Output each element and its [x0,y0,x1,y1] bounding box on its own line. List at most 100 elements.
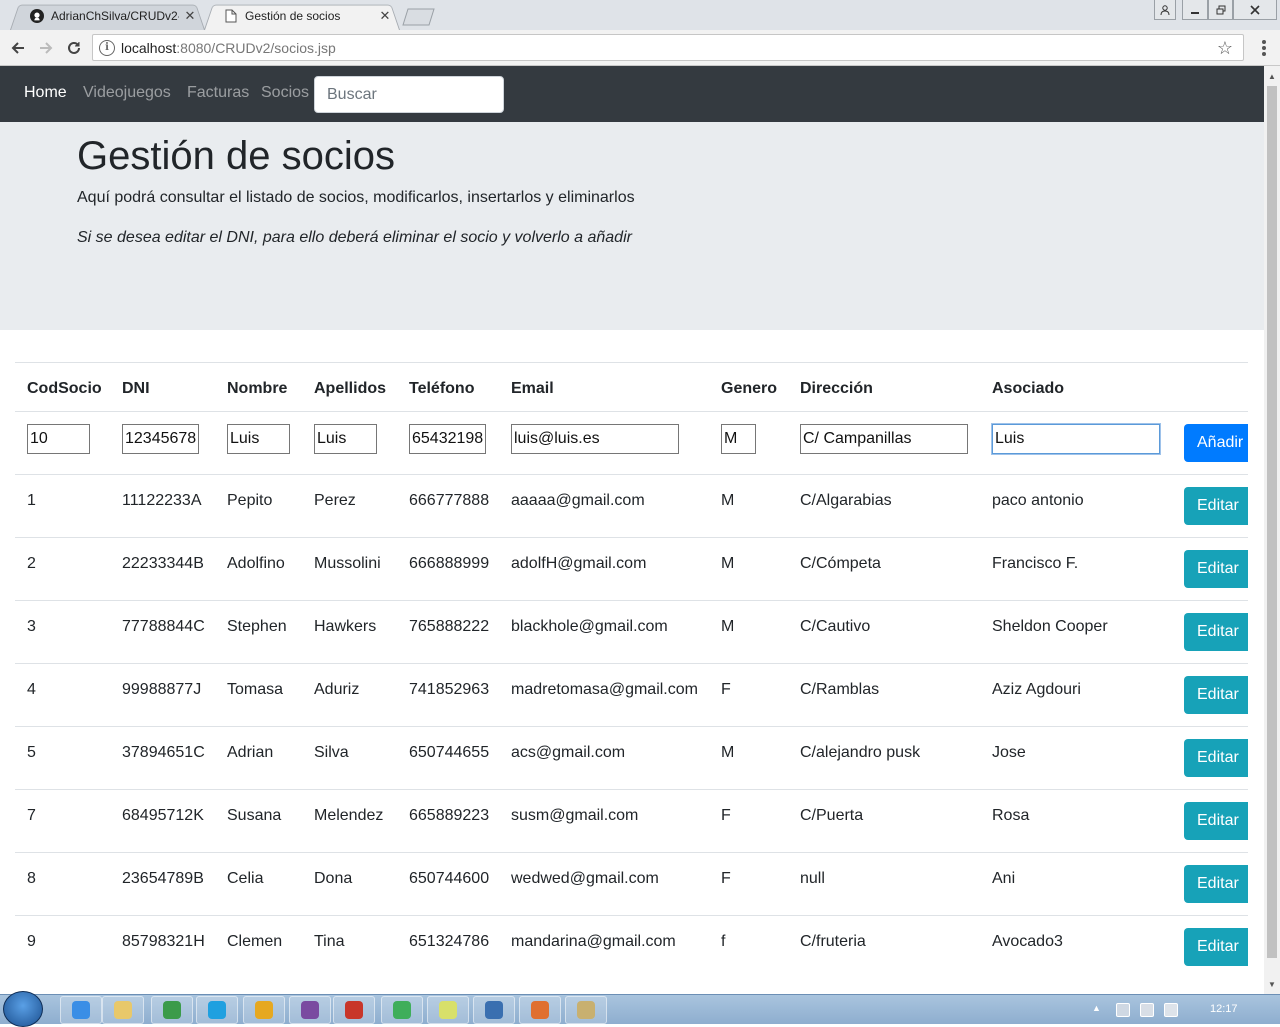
back-button[interactable] [8,38,28,58]
add-button[interactable]: Añadir [1184,424,1248,462]
minimize-button[interactable] [1182,0,1208,20]
cell-dni: 22233344B [122,555,204,572]
genero-input[interactable] [721,424,756,454]
table-row: 1 11122233A Pepito Perez 666777888 aaaaa@gmai… [15,474,1248,537]
cell-direccion: null [800,870,825,887]
cell-genero: M [721,744,735,761]
taskbar-item-notepad[interactable] [427,996,469,1024]
table-row: 4 99988877J Tomasa Aduriz 741852963 madretoma… [15,663,1248,726]
start-button[interactable] [3,991,43,1027]
close-tab-icon[interactable]: ✕ [378,8,392,24]
taskbar-item-virtualbox[interactable] [473,996,515,1024]
direccion-input[interactable] [800,424,968,454]
edit-button[interactable]: Editar [1184,487,1248,525]
search-input[interactable] [314,76,504,113]
scrollbar-thumb[interactable] [1267,86,1277,958]
close-tab-icon[interactable]: ✕ [183,8,197,24]
tray-arrow-icon[interactable]: ▲ [1092,1003,1106,1017]
cell-asociado: Avocado3 [992,933,1063,950]
explorer-icon [114,1001,132,1019]
browser-tab-github[interactable]: AdrianChSilva/CRUDv2-V ✕ [10,2,205,30]
cell-dni: 11122233A [122,492,202,509]
restore-button[interactable] [1208,0,1233,20]
cell-dni: 68495712K [122,807,204,824]
cell-cod-socio: 7 [27,807,36,824]
edit-button[interactable]: Editar [1184,928,1248,966]
taskbar-item-pdf[interactable] [333,996,375,1024]
taskbar-item-skype[interactable] [196,996,238,1024]
address-bar[interactable]: i localhost:8080/CRUDv2/socios.jsp ☆ [92,34,1244,61]
bookmark-star-icon[interactable]: ☆ [1217,38,1233,59]
cell-nombre: Adolfino [227,555,285,572]
nav-link-socios[interactable]: Socios [261,84,309,102]
edit-button[interactable]: Editar [1184,676,1248,714]
header-email: Email [511,380,554,397]
asociado-input[interactable] [992,424,1160,454]
cell-email: susm@gmail.com [511,807,639,824]
edit-button[interactable]: Editar [1184,802,1248,840]
cell-telefono: 765888222 [409,618,490,635]
tray-network-icon[interactable] [1140,1003,1154,1017]
taskbar-item-paint[interactable] [565,996,607,1024]
outlook-icon [255,1001,273,1019]
cell-asociado: Francisco F. [992,555,1079,572]
app-icon [393,1001,411,1019]
cell-apellidos: Melendez [314,807,384,824]
apellidos-input[interactable] [314,424,377,454]
cell-email: wedwed@gmail.com [511,870,659,887]
clock[interactable]: 12:17 [1210,1003,1238,1015]
new-tab-button[interactable] [402,8,436,26]
edit-button[interactable]: Editar [1184,865,1248,903]
page-icon [224,9,238,23]
page-viewport: Home Videojuegos Facturas Socios Gestión… [0,66,1264,994]
cell-direccion: C/Cautivo [800,618,871,635]
taskbar-item-outlook[interactable] [243,996,285,1024]
taskbar-item-media[interactable] [289,996,331,1024]
close-window-button[interactable] [1233,0,1277,20]
user-icon[interactable] [1154,0,1176,20]
nav-link-videojuegos[interactable]: Videojuegos [83,84,171,102]
cell-nombre: Stephen [227,618,287,635]
cell-telefono: 650744655 [409,744,490,761]
header-asociado: Asociado [992,380,1065,397]
pdf-icon [345,1001,363,1019]
info-icon[interactable]: i [99,39,115,56]
tray-volume-icon[interactable] [1164,1003,1178,1017]
cell-apellidos: Mussolini [314,555,381,572]
browser-menu-icon[interactable] [1257,38,1271,58]
browser-tab-socios[interactable]: Gestión de socios ✕ [204,2,400,30]
edit-button[interactable]: Editar [1184,613,1248,651]
page-scrollbar[interactable]: ▲ ▼ [1264,66,1280,994]
taskbar-item-chrome[interactable] [151,996,193,1024]
taskbar-item-app[interactable] [381,996,423,1024]
taskbar-item-ie[interactable] [60,996,102,1024]
reload-button[interactable] [64,38,84,58]
taskbar-item-explorer[interactable] [102,996,144,1024]
taskbar-item-xampp[interactable] [519,996,561,1024]
cell-genero: F [721,681,731,698]
email-input[interactable] [511,424,679,454]
cell-email: madretomasa@gmail.com [511,681,698,698]
cell-nombre: Pepito [227,492,273,509]
edit-button[interactable]: Editar [1184,550,1248,588]
dni-input[interactable] [122,424,199,454]
telefono-input[interactable] [409,424,486,454]
scroll-up-icon[interactable]: ▲ [1264,68,1280,84]
nav-link-facturas[interactable]: Facturas [187,84,249,102]
tray-flag-icon[interactable] [1116,1003,1130,1017]
cell-dni: 37894651C [122,744,205,761]
cod-socio-input[interactable] [27,424,90,454]
cell-telefono: 741852963 [409,681,490,698]
virtualbox-icon [485,1001,503,1019]
cell-nombre: Adrian [227,744,274,761]
cell-apellidos: Hawkers [314,618,377,635]
forward-button[interactable] [36,38,56,58]
nombre-input[interactable] [227,424,290,454]
cell-asociado: Sheldon Cooper [992,618,1108,635]
scroll-down-icon[interactable]: ▼ [1264,976,1280,992]
edit-button[interactable]: Editar [1184,739,1248,777]
cell-nombre: Celia [227,870,264,887]
nav-link-home[interactable]: Home [24,84,67,102]
cell-cod-socio: 1 [27,492,36,509]
cell-cod-socio: 8 [27,870,36,887]
